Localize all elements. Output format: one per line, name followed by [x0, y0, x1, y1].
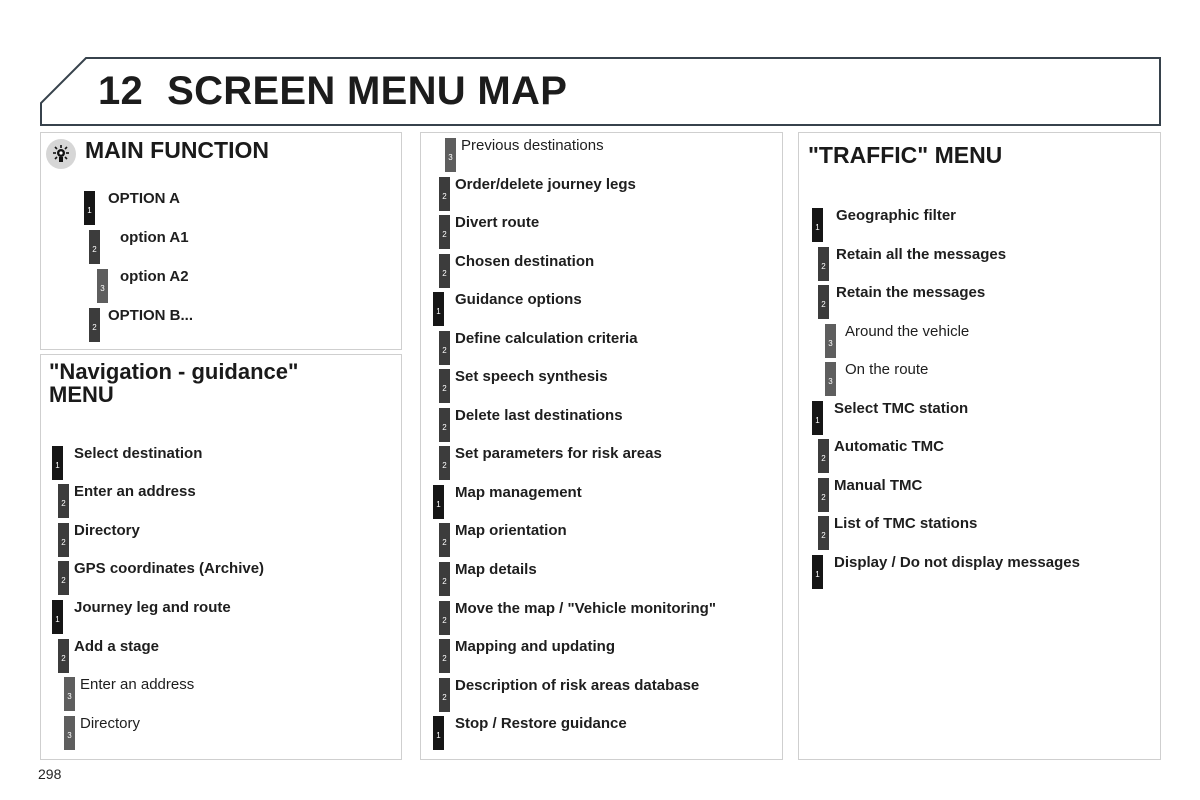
level-2-badge: 2 — [439, 601, 450, 635]
level-2-badge: 2 — [818, 247, 829, 281]
level-1-badge: 1 — [52, 600, 63, 634]
menu-item-label: Automatic TMC — [834, 438, 944, 455]
menu-item-label: List of TMC stations — [834, 515, 978, 532]
main-function-title: MAIN FUNCTION — [85, 137, 269, 163]
menu-item-label: Select TMC station — [834, 400, 969, 417]
chapter-header: 12 SCREEN MENU MAP — [40, 57, 1161, 126]
level-2-badge: 2 — [439, 639, 450, 673]
level-3-badge: 3 — [825, 324, 836, 358]
chapter-number: 12 — [98, 69, 144, 113]
menu-item-label: Directory — [74, 522, 140, 539]
menu-item-label: Journey leg and route — [74, 599, 231, 616]
menu-item-label: Display / Do not display messages — [834, 554, 1080, 571]
traffic-menu-panel: "TRAFFIC" MENU 1 Geographic filter 2 Ret… — [798, 132, 1161, 760]
menu-item-label: On the route — [845, 361, 929, 378]
chapter-title: SCREEN MENU MAP — [167, 69, 568, 113]
level-2-badge: 2 — [818, 516, 829, 550]
menu-item-label: Enter an address — [80, 676, 195, 693]
level-1-badge: 1 — [84, 191, 95, 225]
menu-item-label: Guidance options — [455, 291, 582, 308]
navigation-continued-panel: 3 Previous destinations 2 Order/delete j… — [420, 132, 783, 760]
menu-item-label: Enter an address — [74, 483, 196, 500]
level-2-badge: 2 — [439, 254, 450, 288]
level-3-badge: 3 — [97, 269, 108, 303]
level-2-badge: 2 — [818, 478, 829, 512]
menu-item-label: Description of risk areas database — [455, 677, 700, 694]
menu-item-label: Retain the messages — [836, 284, 986, 301]
menu-item-label: Directory — [80, 715, 141, 732]
traffic-menu-title: "TRAFFIC" MENU — [808, 142, 1003, 168]
menu-item-label: Delete last destinations — [455, 407, 623, 424]
level-2-badge: 2 — [818, 285, 829, 319]
level-3-badge: 3 — [825, 362, 836, 396]
menu-item-label: Chosen destination — [455, 253, 595, 270]
level-3-badge: 3 — [64, 716, 75, 750]
menu-item-label: OPTION B... — [108, 307, 194, 324]
page-number: 298 — [38, 766, 62, 782]
menu-item-label: Previous destinations — [461, 137, 604, 154]
menu-item-label: Stop / Restore guidance — [455, 715, 627, 732]
level-2-badge: 2 — [439, 678, 450, 712]
menu-item-label: Geographic filter — [836, 207, 957, 224]
menu-item-label: Retain all the messages — [836, 246, 1007, 263]
menu-item-label: Order/delete journey legs — [455, 176, 636, 193]
menu-item-label: Select destination — [74, 445, 203, 462]
navigation-menu-title-line1: "Navigation - guidance" — [49, 359, 299, 384]
level-2-badge: 2 — [439, 177, 450, 211]
main-function-icon — [46, 139, 76, 169]
menu-item-label: option A1 — [120, 229, 189, 246]
level-2-badge: 2 — [58, 561, 69, 595]
level-2-badge: 2 — [439, 331, 450, 365]
level-2-badge: 2 — [58, 523, 69, 557]
level-2-badge: 2 — [58, 484, 69, 518]
level-2-badge: 2 — [58, 639, 69, 673]
menu-item-label: Move the map / "Vehicle monitoring" — [455, 600, 716, 617]
level-2-badge: 2 — [439, 215, 450, 249]
menu-item-label: Add a stage — [74, 638, 160, 655]
menu-item-label: option A2 — [120, 268, 189, 285]
menu-item-label: Set parameters for risk areas — [455, 445, 662, 462]
menu-item-label: Divert route — [455, 214, 540, 231]
menu-item-label: Mapping and updating — [455, 638, 615, 655]
level-2-badge: 2 — [89, 308, 100, 342]
level-3-badge: 3 — [445, 138, 456, 172]
level-1-badge: 1 — [812, 401, 823, 435]
menu-item-label: Set speech synthesis — [455, 368, 608, 385]
navigation-guidance-panel: "Navigation - guidance" MENU 1 Select de… — [40, 354, 402, 760]
level-1-badge: 1 — [52, 446, 63, 480]
navigation-menu-title-line2: MENU — [49, 382, 114, 407]
level-1-badge: 1 — [812, 208, 823, 242]
menu-item-label: Define calculation criteria — [455, 330, 638, 347]
menu-item-label: Map details — [455, 561, 537, 578]
menu-item-label: OPTION A — [108, 190, 180, 207]
level-1-badge: 1 — [812, 555, 823, 589]
level-2-badge: 2 — [439, 523, 450, 557]
level-2-badge: 2 — [818, 439, 829, 473]
menu-item-label: Map management — [455, 484, 582, 501]
level-2-badge: 2 — [439, 446, 450, 480]
level-2-badge: 2 — [439, 408, 450, 442]
level-1-badge: 1 — [433, 292, 444, 326]
level-2-badge: 2 — [439, 562, 450, 596]
level-3-badge: 3 — [64, 677, 75, 711]
level-2-badge: 2 — [439, 369, 450, 403]
page-title: 12 SCREEN MENU MAP — [98, 69, 567, 114]
level-1-badge: 1 — [433, 716, 444, 750]
menu-item-label: Map orientation — [455, 522, 567, 539]
level-2-badge: 2 — [89, 230, 100, 264]
main-function-panel: MAIN FUNCTION 1 OPTION A 2 option A1 3 o… — [40, 132, 402, 350]
navigation-menu-title: "Navigation - guidance" MENU — [49, 360, 298, 406]
level-1-badge: 1 — [433, 485, 444, 519]
menu-item-label: Around the vehicle — [845, 323, 970, 340]
menu-item-label: Manual TMC — [834, 477, 923, 494]
menu-item-label: GPS coordinates (Archive) — [74, 560, 265, 577]
